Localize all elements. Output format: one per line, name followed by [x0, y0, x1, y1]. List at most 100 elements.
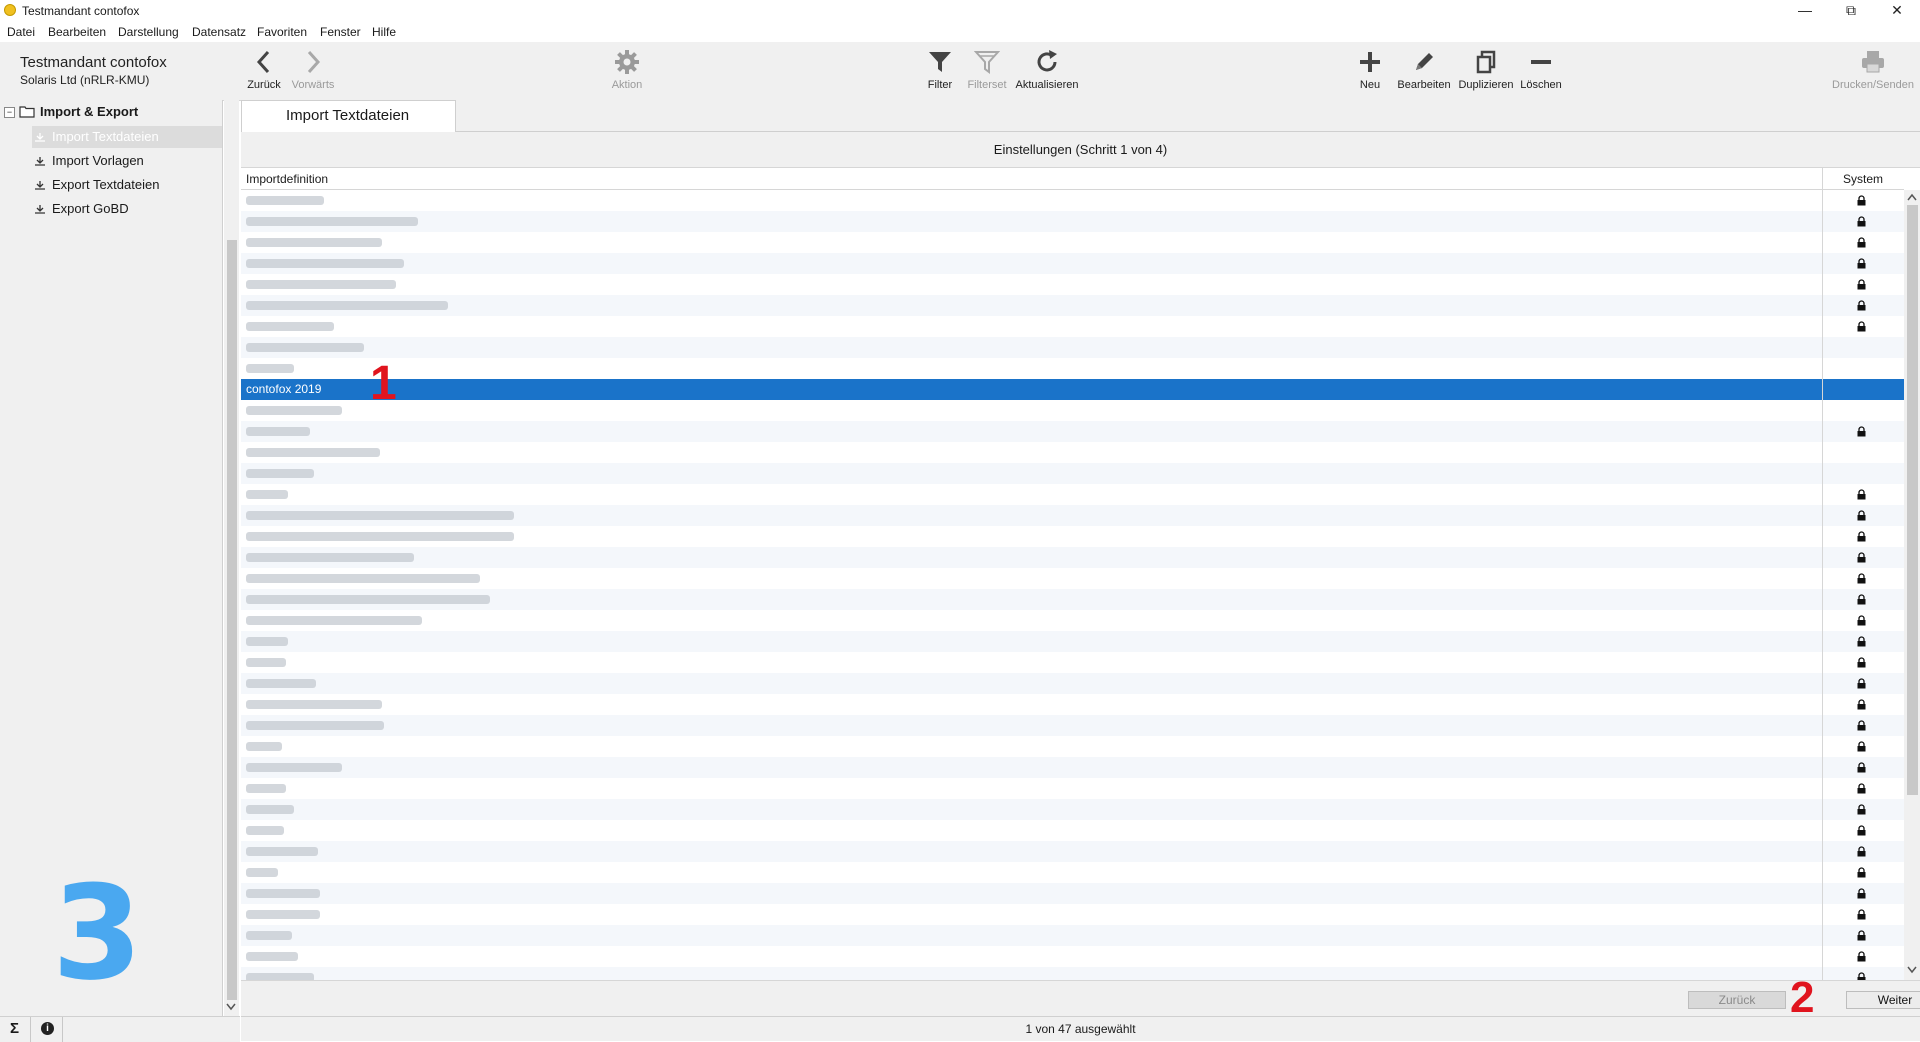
- new-toolbar-button[interactable]: Neu: [1355, 46, 1385, 96]
- chevron-right-icon: [307, 50, 321, 74]
- table-row[interactable]: [241, 463, 1904, 484]
- minimize-button[interactable]: —: [1782, 0, 1828, 22]
- menu-bar: Datei Bearbeiten Darstellung Datensatz F…: [0, 22, 1920, 42]
- table-row[interactable]: [241, 253, 1904, 274]
- menu-datensatz[interactable]: Datensatz: [192, 25, 246, 39]
- table-row[interactable]: [241, 778, 1904, 799]
- window-title: Testmandant contofox: [22, 4, 140, 18]
- lock-icon: [1857, 300, 1866, 311]
- lock-icon: [1857, 783, 1866, 794]
- chevron-up-icon[interactable]: [1907, 193, 1917, 201]
- collapse-toggle[interactable]: −: [4, 107, 15, 118]
- column-header-importdefinition[interactable]: Importdefinition: [246, 172, 328, 186]
- table-row[interactable]: [241, 358, 1904, 379]
- table-row[interactable]: [241, 337, 1904, 358]
- table-row[interactable]: [241, 484, 1904, 505]
- table-row[interactable]: [241, 589, 1904, 610]
- menu-hilfe[interactable]: Hilfe: [372, 25, 396, 39]
- menu-bearbeiten[interactable]: Bearbeiten: [48, 25, 106, 39]
- table-row[interactable]: [241, 799, 1904, 820]
- back-button[interactable]: Zurück: [1688, 991, 1786, 1009]
- lock-icon: [1857, 321, 1866, 332]
- lock-icon: [1857, 489, 1866, 500]
- redacted-row-label: [246, 763, 342, 772]
- table-row[interactable]: [241, 820, 1904, 841]
- table-row[interactable]: [241, 967, 1904, 980]
- table-row[interactable]: [241, 631, 1904, 652]
- forward-toolbar-button[interactable]: Vorwärts: [290, 46, 336, 96]
- table-row[interactable]: [241, 190, 1904, 211]
- gear-icon: [615, 50, 639, 74]
- table-row[interactable]: [241, 547, 1904, 568]
- table-row[interactable]: [241, 421, 1904, 442]
- table-row[interactable]: [241, 652, 1904, 673]
- divider: [30, 1017, 31, 1042]
- table-row[interactable]: contofox 2019: [241, 379, 1904, 400]
- table-row[interactable]: [241, 694, 1904, 715]
- table-row[interactable]: [241, 568, 1904, 589]
- print-toolbar-button[interactable]: Drucken/Senden: [1830, 46, 1916, 96]
- title-bar: Testmandant contofox — ⧉ ✕: [0, 0, 1920, 22]
- chevron-down-icon[interactable]: [226, 1003, 236, 1011]
- action-toolbar-button[interactable]: Aktion: [605, 46, 649, 96]
- delete-toolbar-button[interactable]: Löschen: [1519, 46, 1563, 96]
- menu-favoriten[interactable]: Favoriten: [257, 25, 307, 39]
- table-row[interactable]: [241, 862, 1904, 883]
- sidebar-scrollbar-thumb[interactable]: [227, 240, 237, 1000]
- info-icon[interactable]: i: [41, 1022, 54, 1035]
- sum-icon[interactable]: Σ: [10, 1020, 19, 1037]
- table-row[interactable]: [241, 904, 1904, 925]
- table-row[interactable]: [241, 610, 1904, 631]
- redacted-row-label: [246, 574, 480, 583]
- back-toolbar-button[interactable]: Zurück: [244, 46, 284, 96]
- table-row[interactable]: [241, 442, 1904, 463]
- table-row[interactable]: [241, 673, 1904, 694]
- edit-toolbar-button[interactable]: Bearbeiten: [1395, 46, 1453, 96]
- table-row[interactable]: [241, 883, 1904, 904]
- sidebar-item-import-textdateien[interactable]: Import Textdateien: [32, 126, 222, 148]
- refresh-toolbar-button[interactable]: Aktualisieren: [1010, 46, 1084, 96]
- redacted-row-label: [246, 406, 342, 415]
- sidebar-group-label[interactable]: Import & Export: [40, 104, 138, 119]
- close-button[interactable]: ✕: [1874, 0, 1920, 22]
- menu-datei[interactable]: Datei: [7, 25, 35, 39]
- redacted-row-label: [246, 910, 320, 919]
- sidebar-item-import-vorlagen[interactable]: Import Vorlagen: [32, 150, 222, 172]
- filter-toolbar-button[interactable]: Filter: [922, 46, 958, 96]
- table-row[interactable]: [241, 925, 1904, 946]
- menu-darstellung[interactable]: Darstellung: [118, 25, 179, 39]
- table-row[interactable]: [241, 946, 1904, 967]
- menu-fenster[interactable]: Fenster: [320, 25, 361, 39]
- table-row[interactable]: [241, 841, 1904, 862]
- table-row[interactable]: [241, 736, 1904, 757]
- lock-icon: [1857, 825, 1866, 836]
- table-row[interactable]: [241, 715, 1904, 736]
- table-row[interactable]: [241, 295, 1904, 316]
- filterset-toolbar-button[interactable]: Filterset: [966, 46, 1008, 96]
- duplicate-toolbar-button[interactable]: Duplizieren: [1456, 46, 1516, 96]
- table-row[interactable]: [241, 400, 1904, 421]
- table-row[interactable]: [241, 526, 1904, 547]
- table-row[interactable]: [241, 757, 1904, 778]
- column-header-system[interactable]: System: [1823, 172, 1903, 186]
- table-row[interactable]: [241, 505, 1904, 526]
- chevron-down-icon[interactable]: [1907, 966, 1917, 974]
- table-row[interactable]: [241, 274, 1904, 295]
- redacted-row-label: [246, 847, 318, 856]
- table-row[interactable]: [241, 211, 1904, 232]
- row-label: contofox 2019: [246, 382, 322, 396]
- lock-icon: [1857, 426, 1866, 437]
- left-status-bar: Σ i: [0, 1016, 240, 1042]
- restore-button[interactable]: ⧉: [1828, 0, 1874, 22]
- table-scrollbar-thumb[interactable]: [1907, 205, 1918, 795]
- status-bar: 1 von 47 ausgewählt: [241, 1016, 1920, 1041]
- sidebar-item-export-gobd[interactable]: Export GoBD: [32, 198, 222, 220]
- redacted-row-label: [246, 952, 298, 961]
- tab-import-textdateien[interactable]: Import Textdateien: [241, 100, 456, 132]
- table-row[interactable]: [241, 316, 1904, 337]
- lock-icon: [1857, 636, 1866, 647]
- redacted-row-label: [246, 637, 288, 646]
- sidebar-item-export-textdateien[interactable]: Export Textdateien: [32, 174, 222, 196]
- table-row[interactable]: [241, 232, 1904, 253]
- next-button[interactable]: Weiter: [1846, 991, 1920, 1009]
